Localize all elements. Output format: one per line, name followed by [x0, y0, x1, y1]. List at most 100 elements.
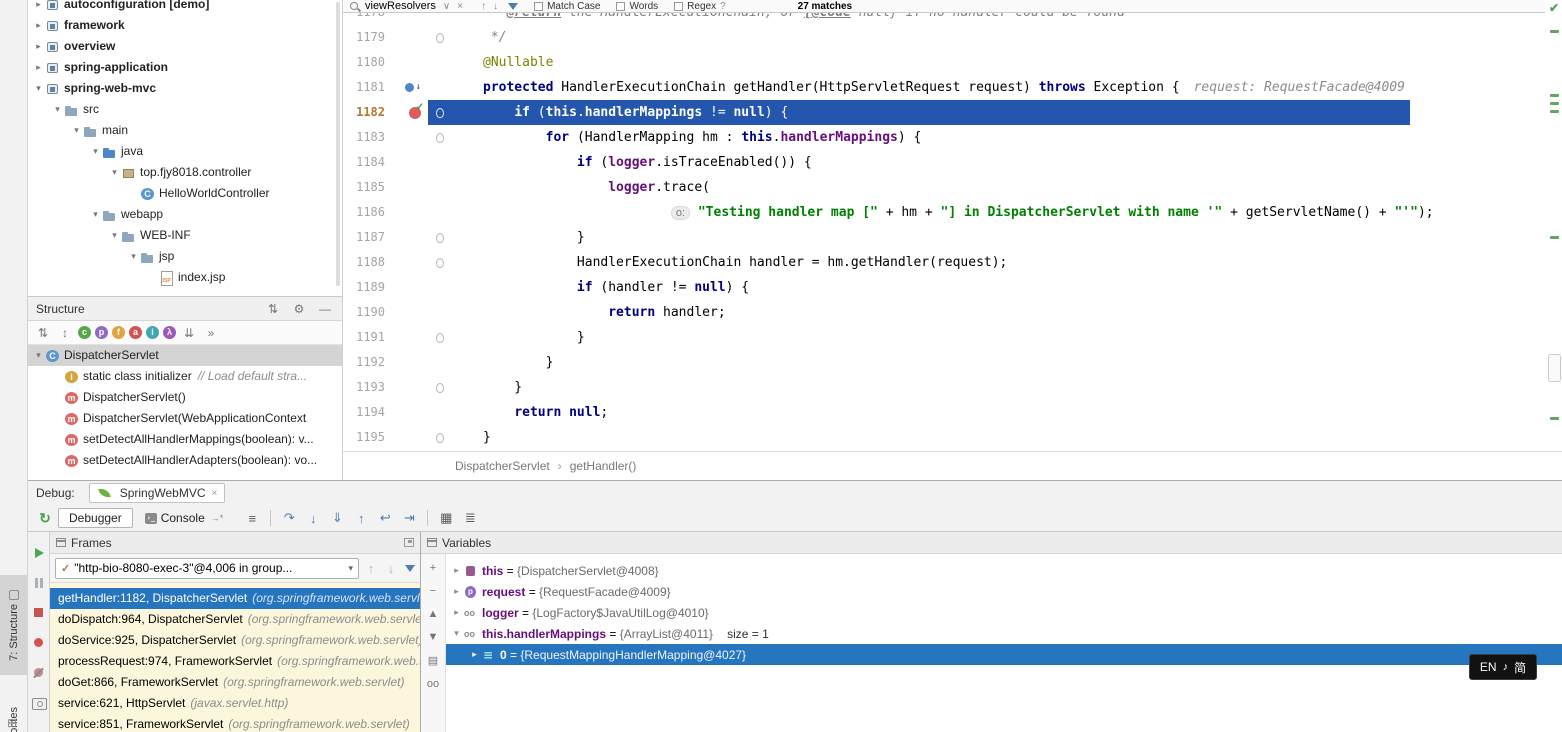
- evaluate-expression-icon[interactable]: ▦: [435, 510, 457, 526]
- show-properties-icon[interactable]: p: [95, 326, 108, 339]
- project-tree-item[interactable]: HelloWorldController: [28, 183, 342, 204]
- chevron-down-icon[interactable]: ▾: [32, 345, 45, 366]
- view-breakpoints-icon[interactable]: [30, 636, 48, 650]
- sort-icon[interactable]: ⇅: [264, 302, 282, 316]
- remove-watch-icon[interactable]: −: [425, 585, 441, 597]
- show-non-public-icon[interactable]: a: [129, 326, 142, 339]
- variable-row[interactable]: ▸logger = {LogFactory$JavaUtilLog@4010}: [446, 602, 1562, 623]
- fold-marker-icon[interactable]: [436, 33, 444, 43]
- stripe-button-structure[interactable]: 7: Structure: [0, 575, 28, 675]
- editor-gutter[interactable]: 1190: [343, 300, 428, 325]
- project-tree-item[interactable]: index.jsp: [28, 267, 342, 288]
- project-tree-item[interactable]: ▾main: [28, 120, 342, 141]
- fold-marker[interactable]: [428, 258, 483, 268]
- step-over-icon[interactable]: ↷: [278, 510, 300, 526]
- fold-marker-icon[interactable]: [436, 133, 444, 143]
- more-options-icon[interactable]: »: [202, 326, 220, 340]
- fold-marker[interactable]: [428, 233, 483, 243]
- fold-marker-icon[interactable]: [436, 383, 444, 393]
- tab-console[interactable]: Console →*: [135, 509, 234, 527]
- hide-frames-filter-icon[interactable]: [405, 565, 415, 572]
- project-scrollbar[interactable]: [336, 2, 340, 286]
- chevron-right-icon[interactable]: ▸: [32, 36, 45, 57]
- structure-item[interactable]: setDetectAllHandlerAdapters(boolean): vo…: [28, 450, 342, 471]
- stack-frame-row[interactable]: processRequest:974, FrameworkServlet(org…: [50, 651, 420, 672]
- structure-tree[interactable]: ▾DispatcherServletstatic class initializ…: [28, 345, 342, 471]
- editor-gutter[interactable]: 1187: [343, 225, 428, 250]
- regex-option[interactable]: Regex: [674, 1, 716, 12]
- move-watch-up-icon[interactable]: ▲: [425, 608, 441, 620]
- project-tree-item[interactable]: ▾spring-web-mvc: [28, 78, 342, 99]
- chevron-down-icon[interactable]: ▾: [32, 78, 45, 99]
- resume-icon[interactable]: [30, 546, 48, 560]
- show-watches-icon[interactable]: oo: [425, 678, 441, 690]
- editor-gutter[interactable]: 1192: [343, 350, 428, 375]
- chevron-right-icon[interactable]: ▸: [450, 565, 463, 576]
- editor-gutter[interactable]: 1186: [343, 200, 428, 225]
- variables-list[interactable]: ▸this = {DispatcherServlet@4008}▸request…: [446, 554, 1562, 732]
- project-tree-item[interactable]: ▸overview: [28, 36, 342, 57]
- code-line[interactable]: 1182 if (this.handlerMappings != null) {: [343, 100, 1562, 125]
- run-to-cursor-icon[interactable]: ⇥: [398, 510, 420, 526]
- pause-icon[interactable]: [30, 576, 48, 590]
- chevron-down-icon[interactable]: ▾: [127, 246, 140, 267]
- regex-help-icon[interactable]: ?: [720, 1, 726, 12]
- code-line[interactable]: 1191 }: [343, 325, 1562, 350]
- step-into-icon[interactable]: ↓: [302, 511, 324, 526]
- fold-marker[interactable]: [428, 333, 483, 343]
- regex-checkbox[interactable]: [674, 2, 683, 11]
- chevron-down-icon[interactable]: ▾: [89, 141, 102, 162]
- chevron-right-icon[interactable]: ▸: [468, 649, 481, 660]
- chevron-down-icon[interactable]: ▾: [108, 225, 121, 246]
- fold-marker[interactable]: [428, 433, 483, 443]
- code-area[interactable]: 1178 * @return the HandlerExecutionChain…: [343, 0, 1562, 450]
- project-tree-item[interactable]: ▾src: [28, 99, 342, 120]
- code-line[interactable]: 1183 for (HandlerMapping hm : this.handl…: [343, 125, 1562, 150]
- editor-gutter[interactable]: 1189: [343, 275, 428, 300]
- project-tree-item[interactable]: ▾WEB-INF: [28, 225, 342, 246]
- float-panel-icon[interactable]: [404, 538, 414, 547]
- code-line[interactable]: 1185 logger.trace(: [343, 175, 1562, 200]
- settings-gear-icon[interactable]: ⚙: [290, 302, 308, 316]
- editor[interactable]: 1178 * @return the HandlerExecutionChain…: [343, 0, 1562, 480]
- match-case-checkbox[interactable]: [534, 2, 543, 11]
- project-tree-item[interactable]: ▾jsp: [28, 246, 342, 267]
- stack-frame-row[interactable]: doDispatch:964, DispatcherServlet(org.sp…: [50, 609, 420, 630]
- chevron-down-icon[interactable]: ▾: [450, 628, 463, 639]
- stack-frame-row[interactable]: service:851, FrameworkServlet(org.spring…: [50, 714, 420, 732]
- search-filter-icon[interactable]: [508, 3, 518, 10]
- code-line[interactable]: 1181↓protected HandlerExecutionChain get…: [343, 75, 1562, 100]
- fold-marker-icon[interactable]: [436, 258, 444, 268]
- words-checkbox[interactable]: [616, 2, 625, 11]
- move-watch-down-icon[interactable]: ▼: [425, 631, 441, 643]
- variable-row[interactable]: ▸0 = {RequestMappingHandlerMapping@4027}: [446, 644, 1562, 665]
- fold-marker-icon[interactable]: [436, 433, 444, 443]
- overridden-method-icon[interactable]: [405, 83, 414, 92]
- show-lambdas-icon[interactable]: λ: [163, 326, 176, 339]
- breakpoint-icon[interactable]: [409, 107, 421, 119]
- words-option[interactable]: Words: [616, 1, 658, 12]
- restore-layout-icon[interactable]: ≡: [241, 511, 263, 526]
- expand-all-icon[interactable]: ⇊: [180, 326, 198, 340]
- thread-dump-icon[interactable]: [30, 696, 48, 710]
- editor-gutter[interactable]: 1182: [343, 100, 428, 125]
- mute-breakpoints-icon[interactable]: [30, 666, 48, 680]
- fold-marker[interactable]: [428, 133, 483, 143]
- structure-item[interactable]: DispatcherServlet(WebApplicationContext: [28, 408, 342, 429]
- search-history-icon[interactable]: ∨: [443, 1, 450, 12]
- drop-frame-icon[interactable]: ↩: [374, 510, 396, 526]
- fold-marker-icon[interactable]: [436, 233, 444, 243]
- clear-search-icon[interactable]: ×: [457, 1, 463, 12]
- project-tree-item[interactable]: ▸spring-application: [28, 57, 342, 78]
- editor-gutter[interactable]: 1194: [343, 400, 428, 425]
- editor-gutter[interactable]: 1185: [343, 175, 428, 200]
- editor-gutter[interactable]: 1181↓: [343, 75, 428, 100]
- variable-row[interactable]: ▾this.handlerMappings = {ArrayList@4011}…: [446, 623, 1562, 644]
- code-line[interactable]: 1188 HandlerExecutionChain handler = hm.…: [343, 250, 1562, 275]
- ime-badge[interactable]: EN ♪ 简: [1469, 654, 1537, 680]
- variable-row[interactable]: ▸request = {RequestFacade@4009}: [446, 581, 1562, 602]
- project-tree-item[interactable]: ▸framework: [28, 15, 342, 36]
- project-tree-item[interactable]: ▾webapp: [28, 204, 342, 225]
- editor-gutter[interactable]: 1183: [343, 125, 428, 150]
- search-input[interactable]: viewResolvers: [365, 0, 436, 12]
